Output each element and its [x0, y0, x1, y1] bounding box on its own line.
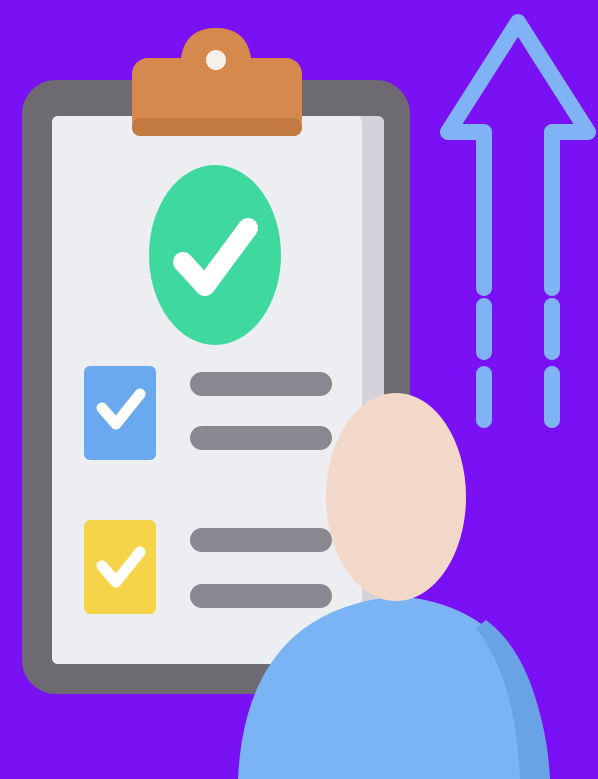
- clip-hole: [206, 50, 226, 70]
- text-line: [190, 528, 332, 552]
- illustration-svg: [22, 14, 596, 779]
- illustration-canvas: [0, 0, 598, 779]
- clip-icon: [132, 28, 302, 136]
- text-line: [190, 584, 332, 608]
- checkbox-yellow-icon: [84, 520, 156, 614]
- clip-base-shade: [132, 118, 302, 136]
- up-arrow-icon: [440, 14, 596, 428]
- big-check-badge-icon: [149, 165, 281, 345]
- text-line: [190, 372, 332, 396]
- text-line: [190, 426, 332, 450]
- up-arrow-head: [440, 14, 596, 296]
- person-head: [326, 393, 466, 601]
- check-badge-circle: [149, 165, 281, 345]
